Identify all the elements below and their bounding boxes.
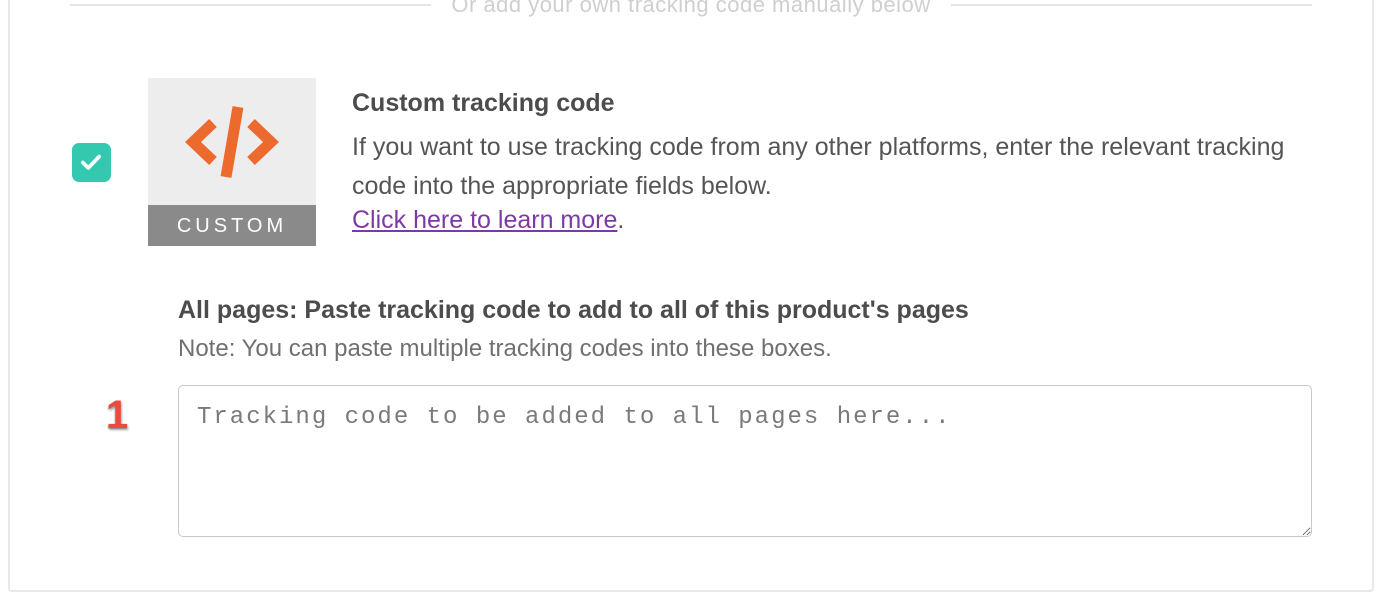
all-pages-title: All pages: Paste tracking code to add to… [178,296,1312,325]
custom-option-description: If you want to use tracking code from an… [352,128,1312,206]
all-pages-tracking-input[interactable] [178,385,1312,537]
manual-divider: Or add your own tracking code manually b… [10,0,1372,18]
custom-tracking-option: CUSTOM Custom tracking code If you want … [10,18,1372,246]
divider-line-right [951,4,1312,6]
step-1-badge: 1 [106,393,128,438]
check-icon [78,149,104,175]
all-pages-note: Note: You can paste multiple tracking co… [178,335,1312,363]
divider-text: Or add your own tracking code manually b… [451,0,930,18]
custom-tracking-checkbox[interactable] [72,143,111,182]
code-icon [182,101,282,183]
learn-more-link[interactable]: Click here to learn more [352,206,617,234]
learn-more-trailer: . [617,206,624,234]
custom-tile[interactable]: CUSTOM [148,78,316,246]
custom-option-title: Custom tracking code [352,89,1312,118]
divider-line-left [70,4,431,6]
custom-tile-label: CUSTOM [148,205,316,246]
all-pages-section: All pages: Paste tracking code to add to… [10,246,1372,537]
